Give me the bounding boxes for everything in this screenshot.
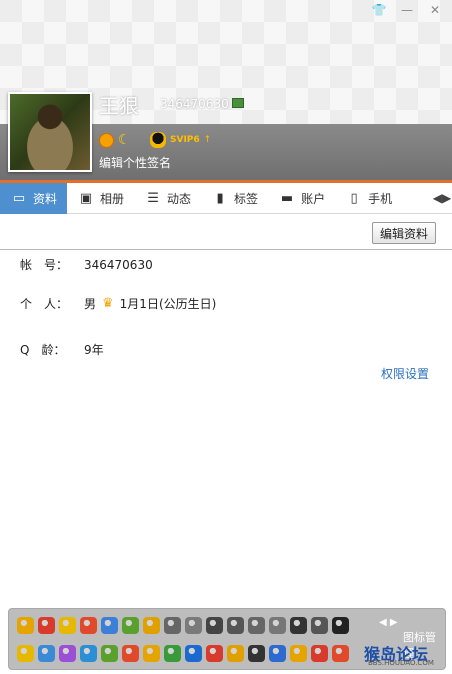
svip-label[interactable]: SVIP6: [170, 135, 200, 145]
user-name: 王狠: [99, 94, 139, 118]
gender-value: 男: [84, 297, 97, 311]
tab-profile[interactable]: ▭ 资料: [0, 183, 68, 214]
watermark-url: BBS.HOUDAO.COM: [368, 659, 434, 667]
status-service-icon[interactable]: [227, 617, 244, 634]
status-service-icon[interactable]: [206, 617, 223, 634]
tab-tags[interactable]: ▮ 标签: [201, 183, 268, 214]
status-service-icon[interactable]: [101, 645, 118, 662]
profile-tabs: ▭ 资料 ▣ 相册 ☰ 动态 ▮ 标签 ▬ 账户 ▯ 手机 ◀▶: [0, 183, 452, 214]
phone-icon: ▯: [350, 191, 358, 206]
svip-penguin-icon[interactable]: [150, 132, 166, 148]
status-service-icon[interactable]: [269, 645, 286, 662]
field-account: 帐 号： 346470630: [20, 256, 153, 273]
profile-card-icon: ▭: [12, 191, 26, 206]
tab-label: 手机: [368, 192, 393, 206]
avatar[interactable]: [8, 92, 92, 172]
level-badges: ☾ SVIP6 ↑: [99, 132, 211, 148]
status-service-icon[interactable]: [311, 617, 328, 634]
feed-icon: ☰: [147, 191, 159, 206]
status-service-icon[interactable]: [59, 617, 76, 634]
field-value: 9年: [84, 343, 104, 357]
tabs-scroll-arrows-icon[interactable]: ◀▶: [432, 183, 452, 213]
watermark: 猴岛论坛 BBS.HOUDAO.COM: [364, 641, 448, 667]
status-icon-row: [17, 645, 349, 662]
profile-header: 👕 — ✕ 王狠 346470630 ☾ SVIP6 ↑ 编辑个性签名: [0, 0, 452, 183]
birthday-crown-icon: ♛: [102, 296, 114, 311]
status-service-icon[interactable]: [59, 645, 76, 662]
status-service-icon[interactable]: [227, 645, 244, 662]
status-service-icon[interactable]: [80, 645, 97, 662]
status-icon-row: [17, 617, 349, 634]
field-value: 346470630: [84, 257, 153, 272]
tab-label: 资料: [33, 192, 58, 206]
field-personal: 个 人： 男 ♛ 1月1日(公历生日): [20, 295, 216, 312]
status-service-icon[interactable]: [332, 617, 349, 634]
status-service-icon[interactable]: [38, 617, 55, 634]
status-service-icon[interactable]: [122, 617, 139, 634]
status-service-icon[interactable]: [80, 617, 97, 634]
briefcase-icon: ▬: [280, 191, 294, 206]
tab-album[interactable]: ▣ 相册: [67, 183, 134, 214]
status-service-icon[interactable]: [164, 645, 181, 662]
status-service-icon[interactable]: [332, 645, 349, 662]
status-service-icon[interactable]: [290, 617, 307, 634]
divider: [0, 249, 452, 250]
skin-icon[interactable]: 👕: [368, 2, 390, 18]
status-service-icon[interactable]: [17, 645, 34, 662]
field-q-age: Q 龄： 9年: [20, 341, 104, 358]
signature-edit[interactable]: 编辑个性签名: [99, 154, 171, 171]
field-label: Q 龄：: [20, 343, 66, 357]
tab-label: 动态: [167, 192, 192, 206]
status-service-icon[interactable]: [17, 617, 34, 634]
album-icon: ▣: [79, 191, 93, 206]
qq-number: 346470630: [160, 97, 229, 111]
window-controls: 👕 — ✕: [368, 2, 446, 18]
status-service-icon[interactable]: [185, 645, 202, 662]
icon-bar-nav-arrows-icon[interactable]: ◀ ▶: [379, 617, 398, 628]
tab-label: 账户: [301, 192, 326, 206]
field-value: 男 ♛ 1月1日(公历生日): [84, 295, 216, 312]
birthday-value: 1月1日(公历生日): [119, 297, 217, 311]
minimize-icon[interactable]: —: [396, 2, 418, 18]
pretty-number-icon: [232, 98, 244, 108]
svip-upgrade-arrow-icon[interactable]: ↑: [204, 135, 212, 145]
tab-label: 标签: [234, 192, 259, 206]
permission-settings-link[interactable]: 权限设置: [381, 365, 429, 382]
status-service-icon[interactable]: [248, 617, 265, 634]
edit-profile-button[interactable]: 编辑资料: [372, 222, 436, 244]
status-service-icon[interactable]: [122, 645, 139, 662]
field-label: 个 人：: [20, 297, 69, 311]
tab-phone[interactable]: ▯ 手机: [335, 183, 402, 214]
close-icon[interactable]: ✕: [424, 2, 446, 18]
status-service-icon[interactable]: [311, 645, 328, 662]
tab-label: 相册: [100, 192, 125, 206]
sun-level-icon[interactable]: [99, 132, 114, 148]
bookmark-icon: ▮: [216, 191, 224, 206]
status-icon-bar: ◀ ▶ 图标管理 猴岛论坛 BBS.HOUDAO.COM: [8, 608, 446, 670]
status-service-icon[interactable]: [206, 645, 223, 662]
tab-feed[interactable]: ☰ 动态: [134, 183, 201, 214]
status-service-icon[interactable]: [185, 617, 202, 634]
status-service-icon[interactable]: [143, 617, 160, 634]
status-service-icon[interactable]: [269, 617, 286, 634]
status-service-icon[interactable]: [143, 645, 160, 662]
tab-account[interactable]: ▬ 账户: [268, 183, 335, 214]
field-label: 帐 号：: [20, 258, 69, 272]
status-service-icon[interactable]: [248, 645, 265, 662]
status-service-icon[interactable]: [38, 645, 55, 662]
moon-level-icon[interactable]: ☾: [118, 133, 132, 147]
status-service-icon[interactable]: [290, 645, 307, 662]
status-service-icon[interactable]: [164, 617, 181, 634]
status-service-icon[interactable]: [101, 617, 118, 634]
